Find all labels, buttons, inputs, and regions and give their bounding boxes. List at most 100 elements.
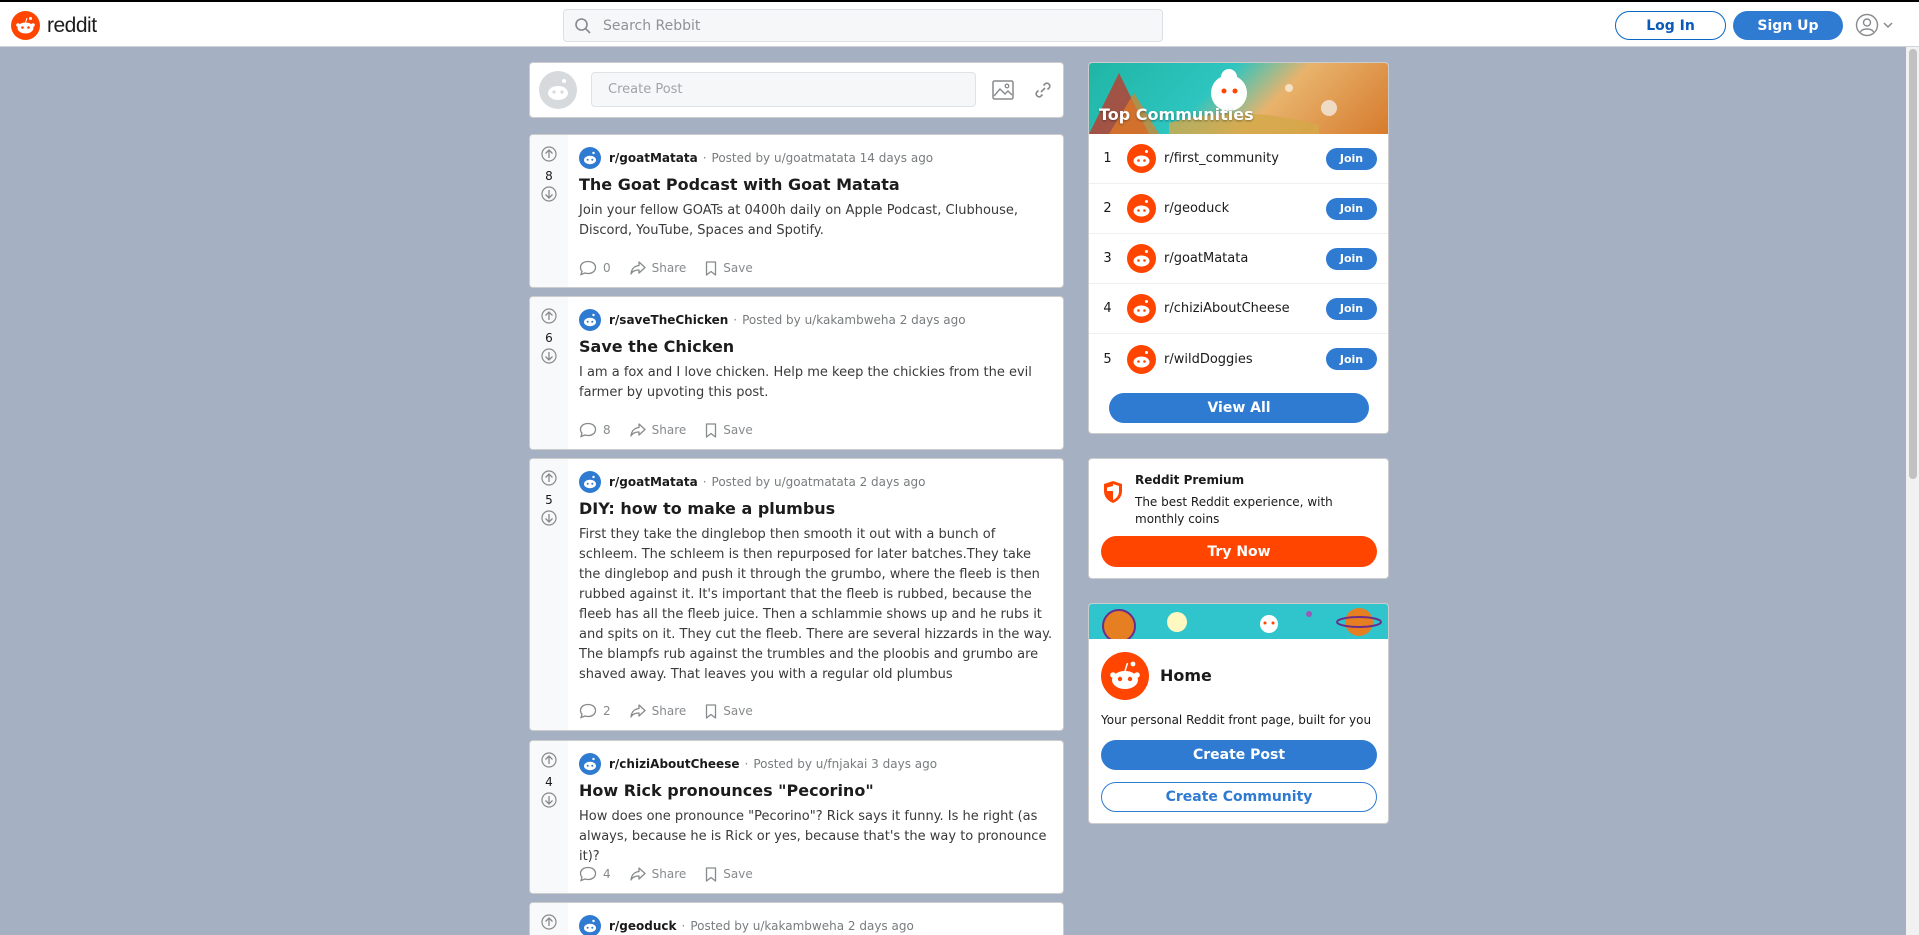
comment-count: 4 <box>603 867 611 881</box>
upvote-icon[interactable] <box>541 308 557 324</box>
link-icon[interactable] <box>1033 80 1053 100</box>
post-actions: 2 Share Save <box>579 703 772 719</box>
separator-dot: · <box>702 151 707 165</box>
community-name[interactable]: r/chiziAboutCheese <box>1164 301 1324 316</box>
community-name[interactable]: r/first_community <box>1164 151 1324 166</box>
subreddit-icon <box>579 309 601 331</box>
vote-count: 5 <box>545 493 553 507</box>
try-now-button[interactable]: Try Now <box>1101 536 1377 567</box>
image-icon[interactable] <box>992 80 1014 100</box>
save-label: Save <box>723 423 753 437</box>
page-scrollbar[interactable] <box>1906 47 1919 935</box>
community-row[interactable]: 5 r/wildDoggies Join <box>1089 334 1388 384</box>
share-label: Share <box>651 423 687 437</box>
save-button[interactable]: Save <box>705 422 753 438</box>
subreddit-link[interactable]: r/geoduck <box>609 919 677 933</box>
community-row[interactable]: 4 r/chiziAboutCheese Join <box>1089 284 1388 334</box>
post-header: r/geoduck · Posted by u/kakambweha 2 day… <box>579 915 914 935</box>
user-menu-dropdown[interactable] <box>1855 13 1894 37</box>
signup-button[interactable]: Sign Up <box>1733 11 1843 40</box>
join-button[interactable]: Join <box>1326 297 1377 320</box>
post-card[interactable]: r/geoduck · Posted by u/kakambweha 2 day… <box>529 902 1064 935</box>
post-meta: Posted by u/kakambweha 2 days ago <box>690 919 914 933</box>
search-icon <box>575 17 591 34</box>
home-card: Home Your personal Reddit front page, bu… <box>1088 603 1389 824</box>
downvote-icon[interactable] <box>541 510 557 526</box>
community-rank: 3 <box>1103 251 1112 266</box>
post-card[interactable]: 4 r/chiziAboutCheese · Posted by u/fnjak… <box>529 740 1064 894</box>
scrollbar-thumb[interactable] <box>1909 49 1917 479</box>
community-row[interactable]: 1 r/first_community Join <box>1089 134 1388 184</box>
post-title[interactable]: The Goat Podcast with Goat Matata <box>579 175 900 194</box>
share-button[interactable]: Share <box>629 867 687 881</box>
separator-dot: · <box>744 757 749 771</box>
comment-icon <box>579 703 597 719</box>
share-label: Share <box>651 867 687 881</box>
home-reddit-icon <box>1101 652 1149 700</box>
upvote-icon[interactable] <box>541 470 557 486</box>
save-button[interactable]: Save <box>705 260 753 276</box>
share-icon <box>629 261 646 275</box>
post-body: Join your fellow GOATs at 0400h daily on… <box>579 203 1019 238</box>
post-title[interactable]: DIY: how to make a plumbus <box>579 499 835 518</box>
share-button[interactable]: Share <box>629 261 686 275</box>
comments-button[interactable]: 2 <box>579 703 611 719</box>
vote-bar: 6 <box>530 297 568 449</box>
downvote-icon[interactable] <box>541 348 557 364</box>
create-community-button[interactable]: Create Community <box>1101 782 1377 812</box>
post-card[interactable]: 5 r/goatMatata · Posted by u/goatmatata … <box>529 458 1064 731</box>
community-name[interactable]: r/wildDoggies <box>1164 352 1324 367</box>
comments-button[interactable]: 0 <box>579 260 611 276</box>
join-button[interactable]: Join <box>1326 348 1377 370</box>
login-button[interactable]: Log In <box>1615 11 1726 40</box>
upvote-icon[interactable] <box>541 146 557 162</box>
reddit-logo[interactable]: reddit <box>11 11 97 40</box>
community-rank: 1 <box>1103 151 1112 166</box>
downvote-icon[interactable] <box>541 186 557 202</box>
separator-dot: · <box>681 919 686 933</box>
community-row[interactable]: 3 r/goatMatata Join <box>1089 234 1388 284</box>
view-all-button[interactable]: View All <box>1109 393 1369 423</box>
comments-button[interactable]: 8 <box>579 422 611 438</box>
subreddit-link[interactable]: r/chiziAboutCheese <box>609 757 739 771</box>
join-button[interactable]: Join <box>1326 197 1377 220</box>
comment-icon <box>579 866 597 882</box>
post-card[interactable]: 6 r/saveTheChicken · Posted by u/kakambw… <box>529 296 1064 450</box>
join-button[interactable]: Join <box>1326 147 1377 170</box>
community-icon <box>1127 344 1156 374</box>
comment-count: 2 <box>603 704 611 718</box>
community-name[interactable]: r/goatMatata <box>1164 251 1324 266</box>
save-button[interactable]: Save <box>705 866 753 882</box>
subreddit-icon <box>579 753 601 775</box>
search-input[interactable] <box>603 17 1123 34</box>
post-title[interactable]: How Rick pronounces "Pecorino" <box>579 781 874 800</box>
home-banner <box>1089 604 1388 639</box>
share-button[interactable]: Share <box>629 704 686 718</box>
subreddit-link[interactable]: r/saveTheChicken <box>609 313 728 327</box>
community-name[interactable]: r/geoduck <box>1164 201 1324 216</box>
post-body: First they take the dinglebop then smoot… <box>579 527 1053 682</box>
community-row[interactable]: 2 r/geoduck Join <box>1089 184 1388 234</box>
post-header: r/chiziAboutCheese · Posted by u/fnjakai… <box>579 753 937 775</box>
comments-button[interactable]: 4 <box>579 866 611 882</box>
create-post-input[interactable]: Create Post <box>591 72 976 107</box>
create-post-button[interactable]: Create Post <box>1101 740 1377 770</box>
post-title[interactable]: Save the Chicken <box>579 337 734 356</box>
subreddit-link[interactable]: r/goatMatata <box>609 151 698 165</box>
comment-count: 8 <box>603 423 611 437</box>
search-bar[interactable] <box>563 9 1163 42</box>
subreddit-icon <box>579 915 601 935</box>
post-meta: Posted by u/fnjakai 3 days ago <box>753 757 938 771</box>
vote-bar: 8 <box>530 135 568 287</box>
save-label: Save <box>723 261 753 275</box>
upvote-icon[interactable] <box>541 914 557 930</box>
share-icon <box>629 704 646 718</box>
post-card[interactable]: 8 r/goatMatata · Posted by u/goatmatata … <box>529 134 1064 288</box>
subreddit-link[interactable]: r/goatMatata <box>609 475 698 489</box>
share-button[interactable]: Share <box>629 423 687 437</box>
save-button[interactable]: Save <box>705 703 753 719</box>
downvote-icon[interactable] <box>541 792 557 808</box>
upvote-icon[interactable] <box>541 752 557 768</box>
join-button[interactable]: Join <box>1326 247 1377 270</box>
post-meta: Posted by u/goatmatata 14 days ago <box>711 151 934 165</box>
